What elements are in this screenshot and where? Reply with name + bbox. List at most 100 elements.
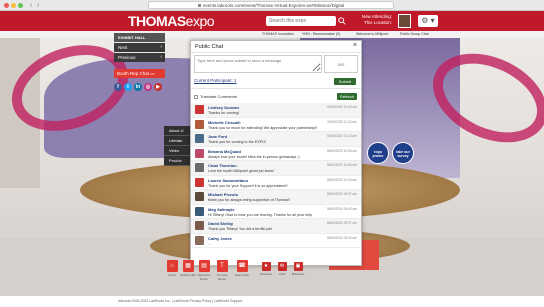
booth-rep-label: Booth Rep Chat xyxy=(117,71,150,76)
message-text: Always love your booth! Miss the in-pers… xyxy=(208,154,300,159)
twitter-icon[interactable]: t xyxy=(124,83,132,91)
dock-label: Thomas Booth xyxy=(216,273,228,281)
chat-icon: ✉ xyxy=(277,262,287,271)
chat-message-input[interactable] xyxy=(194,55,322,73)
dock-item-briefcase[interactable]: ▣ Briefcase xyxy=(290,260,306,277)
avatar[interactable] xyxy=(398,14,411,28)
youtube-icon[interactable]: ▶ xyxy=(154,83,162,91)
message-time: 06/05/2020 10:43 am xyxy=(326,177,357,182)
subbar-item-welcome[interactable]: Welcome to Millipore xyxy=(356,31,388,38)
home-icon: ⌂ xyxy=(166,260,178,272)
chevron-right-icon: › xyxy=(160,44,162,50)
translate-label: Translate Comments xyxy=(200,94,237,99)
chat-message: Meg Salinayis Hi Tiffany! Glad to hear yo… xyxy=(191,205,361,219)
message-avatar xyxy=(195,192,204,201)
message-text: Thank you Tiffany! You did a terrific jo… xyxy=(208,227,273,231)
help-icon: ☎ xyxy=(236,260,248,272)
chat-divider xyxy=(191,52,361,53)
message-author[interactable]: Lauren Sammarttano xyxy=(208,178,248,183)
dock-label: Help Desk xyxy=(235,273,249,277)
subbar-item-resourcewise[interactable]: YMN - Resourcewise (0) xyxy=(302,31,340,38)
dock-label: Exhibit Hall xyxy=(180,273,196,277)
subbar-item-innovation[interactable]: THOMAS Innovation xyxy=(262,31,294,38)
dock-item-exhibit-hall[interactable]: ▦ Exhibit Hall xyxy=(180,260,196,278)
message-author[interactable]: Jane Ford xyxy=(208,134,227,139)
message-author[interactable]: Michelle Criscalli xyxy=(208,120,240,125)
chat-message: Michael Piccolo thank you for always bein… xyxy=(191,190,361,205)
dock-item-thomas-booth[interactable]: T Thomas Booth xyxy=(214,260,230,281)
chat-message: Chad Thornton Love the booth Millipore! g… xyxy=(191,161,361,176)
dock-item-lobby[interactable]: ⌂ Lobby xyxy=(164,260,180,278)
message-author[interactable]: Cathy Jones xyxy=(208,236,232,241)
chat-title: Public Chat xyxy=(195,44,224,50)
message-time: 06/05/2020 10:58 am xyxy=(326,148,357,153)
survey-bubble[interactable]: take our survey xyxy=(392,142,414,164)
message-author[interactable]: Brianna McQuaid xyxy=(208,149,241,154)
message-author[interactable]: Meg Salinayis xyxy=(208,207,234,212)
bottom-dock: ⌂ Lobby ▦ Exhibit Hall ▤ Resource Room T Thomas… xyxy=(164,260,324,284)
character-count: 500 xyxy=(324,55,358,73)
message-avatar xyxy=(195,163,204,172)
dock-label: Favorites xyxy=(259,272,273,276)
instagram-icon[interactable]: ◎ xyxy=(144,83,152,91)
chat-message: Lauren Sammarttano Thank you for your Sup… xyxy=(191,176,361,190)
address-bar[interactable]: events.labroots.com/event/Thomas-Virtual… xyxy=(148,1,394,9)
logo-main: THOMAS xyxy=(128,13,186,29)
expo-logo[interactable]: THOMASexpo xyxy=(128,13,215,29)
forward-icon[interactable]: › xyxy=(37,1,39,10)
chat-message: Michelle Criscalli Thank you so much for … xyxy=(191,118,361,132)
message-time: 06/05/2020 11:20 am xyxy=(327,134,357,138)
footer: labroots 2006-2020 LabRoots Inc. | LabRo… xyxy=(0,296,544,307)
search-icon[interactable] xyxy=(338,17,346,25)
next-button[interactable]: Next › xyxy=(114,43,165,52)
booth-rep-chat-button[interactable]: Booth Rep Chat ▭ xyxy=(114,69,165,78)
message-author[interactable]: Michael Piccolo xyxy=(208,192,238,197)
translate-checkbox[interactable] xyxy=(194,94,198,99)
message-author[interactable]: Chad Thornton xyxy=(208,163,237,168)
lock-icon xyxy=(197,4,201,8)
dock-item-favorites[interactable]: ★ Favorites xyxy=(258,260,274,277)
current-participant-link[interactable]: Current Participant: 1 xyxy=(194,78,237,83)
message-time: 06/05/2020 09:43 am xyxy=(326,206,357,211)
message-avatar xyxy=(195,221,204,230)
message-author[interactable]: Lindsey Duncan xyxy=(208,105,239,110)
message-avatar xyxy=(195,177,204,187)
message-time: 06/05/2020 11:39 am xyxy=(327,105,357,109)
booth-icon: T xyxy=(216,260,228,272)
room-icon: ▤ xyxy=(198,260,210,272)
dock-item-resource-room[interactable]: ▤ Resource Room xyxy=(196,260,212,281)
message-time: 06/05/2020 10:55 am xyxy=(326,163,357,167)
message-avatar xyxy=(195,134,204,143)
translate-comments[interactable]: Translate Comments xyxy=(194,94,237,99)
footer-text: labroots 2006-2020 LabRoots Inc. | LabRo… xyxy=(118,299,243,303)
linkedin-icon[interactable]: in xyxy=(134,83,142,91)
message-author[interactable]: David Shelby xyxy=(208,221,233,226)
chat-message: Cathy Jones... 06/05/2020 09:30 am xyxy=(191,234,361,248)
message-text: Thank you so much for attending! We appr… xyxy=(208,125,318,130)
briefcase-icon: ▣ xyxy=(293,262,303,271)
close-icon[interactable]: × xyxy=(353,42,357,49)
submit-button[interactable]: Submit xyxy=(334,78,356,85)
expo-promo-bubble[interactable]: expo promo xyxy=(367,142,389,164)
dock-item-chat[interactable]: ✉ Chat xyxy=(274,260,290,277)
minimize-window-button[interactable] xyxy=(11,3,16,8)
zoom-window-button[interactable] xyxy=(18,3,23,8)
message-avatar xyxy=(195,148,204,158)
search-input[interactable] xyxy=(266,16,336,26)
expo-header: THOMASexpo Now Attending: This Location:… xyxy=(0,11,544,31)
subbar-item-public-chat[interactable]: Public Group Chat xyxy=(400,31,429,38)
next-label: Next xyxy=(118,45,128,50)
message-text: ... xyxy=(208,241,212,246)
facebook-icon[interactable]: f xyxy=(114,83,122,91)
dock-item-help-desk[interactable]: ☎ Help Desk xyxy=(234,260,250,278)
refresh-button[interactable]: Refresh xyxy=(337,93,357,100)
back-icon[interactable]: ‹ xyxy=(30,1,32,10)
exhibit-nav-panel: EXHIBIT HALL Next › Previous ‹ xyxy=(114,33,165,62)
settings-button[interactable]: ⚙ ▾ xyxy=(418,15,438,27)
chat-divider-2 xyxy=(191,88,361,89)
close-window-button[interactable] xyxy=(4,3,9,8)
message-text: Thanks for coming! xyxy=(208,111,240,115)
sub-bar: THOMAS Innovation YMN - Resourcewise (0)… xyxy=(0,31,544,38)
previous-button[interactable]: Previous ‹ xyxy=(114,53,165,62)
browser-toolbar: ‹ › events.labroots.com/event/Thomas-Vir… xyxy=(0,0,544,11)
